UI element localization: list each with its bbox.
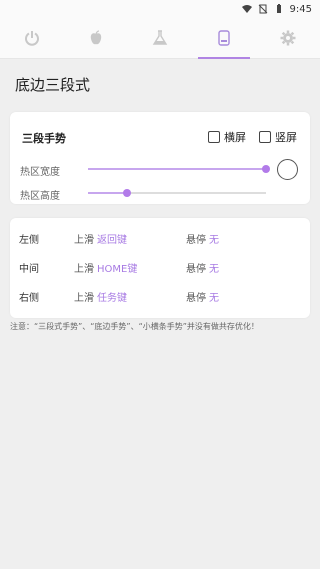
no-sim-icon bbox=[258, 4, 267, 14]
hover-value: 无 bbox=[209, 235, 219, 246]
side-label: 右侧 bbox=[19, 293, 39, 304]
swipe-label: 上滑 bbox=[74, 293, 94, 304]
hotzone-height-label: 热区高度 bbox=[20, 191, 60, 202]
landscape-label: 横屏 bbox=[224, 131, 246, 144]
portrait-checkbox[interactable]: 竖屏 bbox=[259, 129, 297, 145]
swipe-value: 返回键 bbox=[97, 235, 127, 246]
slider-thumb[interactable] bbox=[123, 189, 132, 197]
portrait-label: 竖屏 bbox=[275, 131, 297, 144]
slider-fill bbox=[88, 168, 266, 170]
compatibility-note: 注意：“三段式手势”、“底边手势”、“小横条手势”并没有做共存优化！ bbox=[10, 322, 259, 331]
power-icon bbox=[25, 31, 39, 46]
tab-power[interactable] bbox=[0, 18, 64, 58]
status-bar: 9:45 bbox=[0, 0, 320, 18]
swipe-action[interactable]: 上滑 HOME键 bbox=[74, 260, 137, 275]
slider-fill bbox=[88, 192, 128, 194]
action-row-right[interactable]: 右侧 上滑 任务键 悬停无 bbox=[10, 280, 310, 308]
page-title: 底边三段式 bbox=[15, 76, 91, 94]
status-time: 9:45 bbox=[289, 3, 312, 15]
swipe-action[interactable]: 上滑 任务键 bbox=[74, 289, 127, 304]
hover-label: 悬停 bbox=[186, 293, 206, 304]
checkbox-box bbox=[259, 131, 271, 143]
landscape-checkbox[interactable]: 横屏 bbox=[208, 129, 246, 145]
tab-settings[interactable] bbox=[256, 18, 320, 58]
hotzone-width-label: 热区宽度 bbox=[20, 167, 60, 178]
hover-value: 无 bbox=[209, 293, 219, 304]
action-row-middle[interactable]: 中间 上滑 HOME键 悬停无 bbox=[10, 251, 310, 279]
tab-bar bbox=[0, 18, 320, 59]
phone-icon bbox=[218, 30, 230, 46]
swipe-value: 任务键 bbox=[97, 293, 127, 304]
hover-label: 悬停 bbox=[186, 235, 206, 246]
hover-action[interactable]: 悬停无 bbox=[186, 231, 219, 246]
hotzone-width-slider[interactable] bbox=[88, 165, 270, 173]
preview-circle-button[interactable] bbox=[277, 159, 298, 180]
swipe-value: HOME键 bbox=[97, 264, 138, 275]
swipe-action[interactable]: 上滑 返回键 bbox=[74, 231, 127, 246]
tab-apple[interactable] bbox=[64, 18, 128, 58]
checkbox-box bbox=[208, 131, 220, 143]
swipe-label: 上滑 bbox=[74, 235, 94, 246]
gesture-heading: 三段手势 bbox=[22, 132, 66, 145]
hotzone-height-slider[interactable] bbox=[88, 189, 266, 197]
gesture-settings-card: 三段手势 横屏 竖屏 热区宽度 热区高度 bbox=[10, 112, 310, 204]
hover-value: 无 bbox=[209, 264, 219, 275]
side-label: 左侧 bbox=[19, 235, 39, 246]
swipe-label: 上滑 bbox=[74, 264, 94, 275]
tab-lab[interactable] bbox=[128, 18, 192, 58]
slider-thumb[interactable] bbox=[262, 165, 270, 173]
flask-icon bbox=[152, 30, 168, 45]
battery-icon bbox=[276, 4, 281, 13]
wifi-icon bbox=[241, 5, 252, 13]
hover-action[interactable]: 悬停无 bbox=[186, 289, 219, 304]
tab-phone[interactable] bbox=[192, 18, 256, 59]
gear-icon bbox=[280, 30, 296, 46]
action-row-left[interactable]: 左侧 上滑 返回键 悬停无 bbox=[10, 222, 310, 250]
apple-icon bbox=[90, 30, 102, 45]
side-label: 中间 bbox=[19, 264, 39, 275]
actions-card: 左侧 上滑 返回键 悬停无 中间 上滑 HOME键 悬停无 右侧 上滑 任务键 悬停无 bbox=[10, 218, 310, 318]
hover-action[interactable]: 悬停无 bbox=[186, 260, 219, 275]
hover-label: 悬停 bbox=[186, 264, 206, 275]
